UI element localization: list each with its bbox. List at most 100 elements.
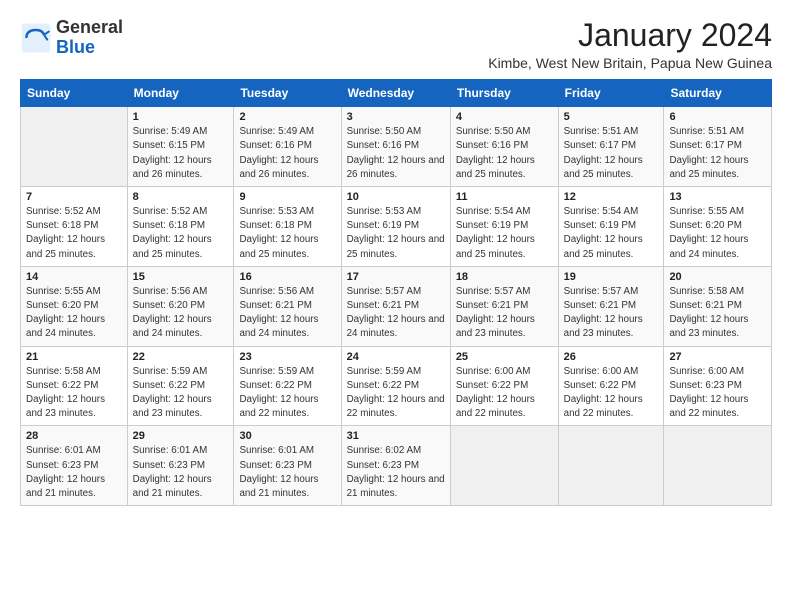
sunrise-text: Sunrise: 5:51 AM (669, 126, 744, 137)
day-info: Sunrise: 5:55 AMSunset: 6:20 PMDaylight:… (26, 285, 122, 342)
day-number: 13 (669, 191, 766, 203)
sunrise-text: Sunrise: 6:01 AM (239, 445, 314, 456)
calendar-cell: 29Sunrise: 6:01 AMSunset: 6:23 PMDayligh… (127, 426, 234, 506)
sunrise-text: Sunrise: 5:50 AM (347, 126, 422, 137)
sunrise-text: Sunrise: 6:01 AM (26, 445, 101, 456)
calendar-cell: 5Sunrise: 5:51 AMSunset: 6:17 PMDaylight… (558, 107, 664, 187)
sunset-text: Sunset: 6:19 PM (564, 220, 636, 231)
calendar-cell: 4 Sunrise: 5:50 AMSunset: 6:16 PMDaylight… (450, 107, 558, 187)
calendar-cell: 9 Sunrise: 5:53 AMSunset: 6:18 PMDaylight… (234, 187, 341, 267)
sunrise-text: Sunrise: 5:54 AM (456, 206, 531, 217)
day-number: 29 (133, 430, 229, 442)
day-number: 16 (239, 271, 335, 283)
day-info: Sunrise: 5:57 AMSunset: 6:21 PMDaylight:… (347, 285, 445, 342)
day-number: 23 (239, 351, 335, 363)
sunset-text: Sunset: 6:21 PM (564, 300, 636, 311)
sunset-text: Sunset: 6:22 PM (26, 380, 98, 391)
sunset-text: Sunset: 6:23 PM (133, 460, 205, 471)
day-number: 31 (347, 430, 445, 442)
calendar-cell: 30 Sunrise: 6:01 AMSunset: 6:23 PMDayligh… (234, 426, 341, 506)
week-row-1: 1Sunrise: 5:49 AMSunset: 6:15 PMDaylight… (21, 107, 772, 187)
day-number: 9 (239, 191, 335, 203)
sunset-text: Sunset: 6:20 PM (669, 220, 741, 231)
day-info: Sunrise: 5:50 AMSunset: 6:16 PMDaylight:… (347, 125, 445, 182)
sunset-text: Sunset: 6:16 PM (239, 140, 311, 151)
daylight-text: Daylight: 12 hours and 24 minutes. (347, 314, 445, 339)
daylight-text: Daylight: 12 hours and 25 minutes. (347, 234, 445, 259)
day-number: 22 (133, 351, 229, 363)
sunset-text: Sunset: 6:23 PM (26, 460, 98, 471)
sunrise-text: Sunrise: 5:57 AM (564, 286, 639, 297)
sunrise-text: Sunrise: 5:56 AM (133, 286, 208, 297)
calendar-cell: 31Sunrise: 6:02 AMSunset: 6:23 PMDayligh… (341, 426, 450, 506)
day-info: Sunrise: 5:54 AMSunset: 6:19 PMDaylight:… (564, 205, 659, 262)
sunrise-text: Sunrise: 6:00 AM (669, 366, 744, 377)
calendar-cell (21, 107, 128, 187)
week-row-5: 28Sunrise: 6:01 AMSunset: 6:23 PMDayligh… (21, 426, 772, 506)
sunset-text: Sunset: 6:21 PM (239, 300, 311, 311)
sunrise-text: Sunrise: 5:56 AM (239, 286, 314, 297)
calendar-cell (664, 426, 772, 506)
sunrise-text: Sunrise: 5:57 AM (347, 286, 422, 297)
daylight-text: Daylight: 12 hours and 25 minutes. (456, 155, 535, 180)
logo-icon (20, 22, 52, 54)
day-number: 30 (239, 430, 335, 442)
title-area: January 2024 Kimbe, West New Britain, Pa… (488, 18, 772, 71)
sunrise-text: Sunrise: 5:52 AM (133, 206, 208, 217)
calendar-cell: 23Sunrise: 5:59 AMSunset: 6:22 PMDayligh… (234, 346, 341, 426)
day-number: 6 (669, 111, 766, 123)
calendar-cell: 22Sunrise: 5:59 AMSunset: 6:22 PMDayligh… (127, 346, 234, 426)
day-number: 18 (456, 271, 553, 283)
day-info: Sunrise: 5:59 AMSunset: 6:22 PMDaylight:… (347, 365, 445, 422)
sunset-text: Sunset: 6:19 PM (456, 220, 528, 231)
calendar-cell: 10Sunrise: 5:53 AMSunset: 6:19 PMDayligh… (341, 187, 450, 267)
calendar-table: SundayMondayTuesdayWednesdayThursdayFrid… (20, 79, 772, 506)
sunset-text: Sunset: 6:17 PM (669, 140, 741, 151)
day-number: 27 (669, 351, 766, 363)
month-title: January 2024 (488, 18, 772, 53)
day-info: Sunrise: 5:52 AMSunset: 6:18 PMDaylight:… (26, 205, 122, 262)
calendar-cell: 8 Sunrise: 5:52 AMSunset: 6:18 PMDaylight… (127, 187, 234, 267)
daylight-text: Daylight: 12 hours and 25 minutes. (669, 155, 748, 180)
day-info: Sunrise: 5:55 AMSunset: 6:20 PMDaylight:… (669, 205, 766, 262)
week-row-4: 21Sunrise: 5:58 AMSunset: 6:22 PMDayligh… (21, 346, 772, 426)
daylight-text: Daylight: 12 hours and 25 minutes. (26, 234, 105, 259)
day-number: 8 (133, 191, 229, 203)
daylight-text: Daylight: 12 hours and 22 minutes. (669, 394, 748, 419)
day-info: Sunrise: 5:58 AMSunset: 6:21 PMDaylight:… (669, 285, 766, 342)
sunrise-text: Sunrise: 5:58 AM (26, 366, 101, 377)
day-info: Sunrise: 6:00 AMSunset: 6:22 PMDaylight:… (564, 365, 659, 422)
day-number: 17 (347, 271, 445, 283)
day-info: Sunrise: 5:56 AMSunset: 6:20 PMDaylight:… (133, 285, 229, 342)
calendar-cell: 16Sunrise: 5:56 AMSunset: 6:21 PMDayligh… (234, 266, 341, 346)
daylight-text: Daylight: 12 hours and 26 minutes. (133, 155, 212, 180)
daylight-text: Daylight: 12 hours and 21 minutes. (239, 474, 318, 499)
sunrise-text: Sunrise: 5:54 AM (564, 206, 639, 217)
calendar-cell: 15 Sunrise: 5:56 AMSunset: 6:20 PMDayligh… (127, 266, 234, 346)
day-number: 12 (564, 191, 659, 203)
day-info: Sunrise: 5:51 AM Sunset: 6:17 PM Daylight:… (669, 125, 766, 182)
calendar-page: General Blue January 2024 Kimbe, West Ne… (0, 0, 792, 518)
calendar-cell: 18Sunrise: 5:57 AMSunset: 6:21 PMDayligh… (450, 266, 558, 346)
sunrise-text: Sunrise: 6:02 AM (347, 445, 422, 456)
day-number: 4 (456, 111, 553, 123)
daylight-text: Daylight: 12 hours and 22 minutes. (239, 394, 318, 419)
daylight-text: Daylight: 12 hours and 26 minutes. (239, 155, 318, 180)
day-number: 5 (564, 111, 659, 123)
day-number: 15 (133, 271, 229, 283)
day-info: Sunrise: 5:50 AMSunset: 6:16 PMDaylight:… (456, 125, 553, 182)
day-info: Sunrise: 5:56 AMSunset: 6:21 PMDaylight:… (239, 285, 335, 342)
calendar-cell: 26Sunrise: 6:00 AMSunset: 6:22 PMDayligh… (558, 346, 664, 426)
sunrise-text: Sunrise: 5:50 AM (456, 126, 531, 137)
day-number: 28 (26, 430, 122, 442)
weekday-header-sunday: Sunday (21, 80, 128, 107)
sunrise-text: Sunrise: 5:49 AM (133, 126, 208, 137)
daylight-text: Daylight: 12 hours and 23 minutes. (456, 314, 535, 339)
day-info: Sunrise: 5:53 AMSunset: 6:18 PMDaylight:… (239, 205, 335, 262)
day-info: Sunrise: 6:01 AMSunset: 6:23 PMDaylight:… (239, 444, 335, 501)
daylight-text: Daylight: 12 hours and 21 minutes. (26, 474, 105, 499)
day-number: 10 (347, 191, 445, 203)
day-number: 1 (133, 111, 229, 123)
day-info: Sunrise: 5:52 AMSunset: 6:18 PMDaylight:… (133, 205, 229, 262)
day-number: 11 (456, 191, 553, 203)
